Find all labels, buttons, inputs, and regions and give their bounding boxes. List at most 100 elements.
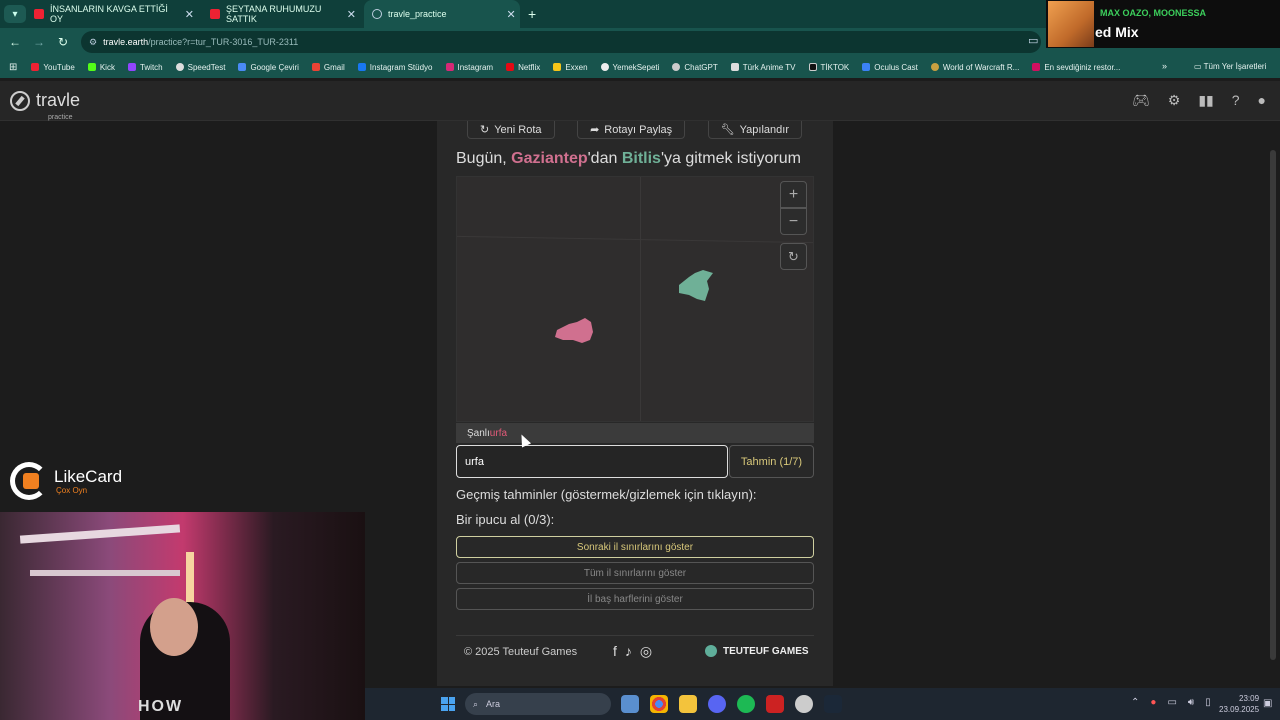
mic-icon[interactable]: ● <box>1150 697 1156 708</box>
tab-title: travle_practice <box>388 9 447 19</box>
new-tab-button[interactable]: + <box>528 6 536 22</box>
obs-icon[interactable] <box>795 695 813 713</box>
cast-icon[interactable]: ▭ <box>1028 34 1038 47</box>
bookmark-instagram[interactable]: Instagram <box>445 63 493 72</box>
discord-icon[interactable] <box>708 695 726 713</box>
tab-3-active[interactable]: travle_practice ✕ <box>364 0 520 28</box>
start-province: Gaziantep <box>511 150 588 167</box>
bookmark-translate[interactable]: Google Çeviri <box>238 63 299 72</box>
spotify-icon[interactable] <box>737 695 755 713</box>
windows-taskbar: ⌕ Ara ⌃ ● ▭ 🔊︎ ▯ 23:09 23.09.2025 ▣ <box>365 688 1280 720</box>
history-toggle[interactable]: Geçmiş tahminler (göstermek/gizlemek içi… <box>456 487 757 502</box>
new-route-button[interactable]: ↻ Yeni Rota <box>467 121 555 139</box>
music-artist: MAX OAZO, MOONESSA <box>1100 8 1207 18</box>
hint-next-borders-button[interactable]: Sonraki il sınırlarını göster <box>456 536 814 558</box>
tab-2[interactable]: ŞEYTANA RUHUMUZU SATTIK ✕ <box>202 0 364 28</box>
tiktok-icon <box>808 63 817 71</box>
gamepad-icon[interactable]: 🎮︎ <box>1132 92 1150 109</box>
configure-button[interactable]: 🔧︎ Yapılandır <box>707 121 802 139</box>
logo-sub: practice <box>48 114 73 121</box>
bookmark-tiktok[interactable]: TİKTOK <box>808 63 849 72</box>
footer-divider <box>456 635 814 636</box>
globe-icon <box>705 645 717 657</box>
app-icon[interactable] <box>766 695 784 713</box>
travle-logo[interactable]: travle practice <box>10 90 80 121</box>
bookmark-anime[interactable]: Türk Anime TV <box>730 63 796 72</box>
reset-view-button[interactable]: ↻ <box>780 243 807 270</box>
tab-search-button[interactable]: ▾ <box>4 5 26 23</box>
bookmark-netflix[interactable]: Netflix <box>506 63 540 72</box>
tab-1[interactable]: İNSANLARIN KAVGA ETTİĞİ OY ✕ <box>26 0 202 28</box>
teuteuf-link[interactable]: TEUTEUF GAMES <box>705 645 809 657</box>
bookmark-wow[interactable]: World of Warcraft R... <box>930 63 1019 72</box>
autocomplete-suggestion[interactable]: Şanlı urfa <box>456 423 814 443</box>
webcam-shelf <box>30 570 180 576</box>
widgets-icon[interactable] <box>621 695 639 713</box>
bookmark-oculus[interactable]: Oculus Cast <box>862 63 918 72</box>
zoom-out-button[interactable]: − <box>780 208 807 235</box>
zoom-in-button[interactable]: + <box>780 181 807 208</box>
instagram-icon <box>445 63 454 71</box>
bookmark-chatgpt[interactable]: ChatGPT <box>672 63 718 72</box>
guess-button[interactable]: Tahmin (1/7) <box>729 445 814 478</box>
network-icon[interactable]: ▭ <box>1167 697 1176 708</box>
anime-icon <box>730 63 739 71</box>
help-icon[interactable]: ? <box>1232 92 1240 109</box>
wrench-icon: 🔧︎ <box>720 124 735 136</box>
taskbar-clock[interactable]: 23:09 23.09.2025 <box>1219 693 1259 715</box>
volume-icon[interactable]: 🔊︎ <box>1188 697 1194 708</box>
album-cover <box>1048 1 1094 47</box>
bookmark-restaurant[interactable]: En sevdiğiniz restor... <box>1032 63 1120 72</box>
url-host: travle.earth <box>103 37 149 47</box>
taskbar-apps <box>621 695 842 713</box>
yelp-icon <box>1032 63 1041 71</box>
close-icon[interactable]: ✕ <box>347 8 356 21</box>
all-bookmarks[interactable]: ▭ Tüm Yer İşaretleri <box>1194 62 1266 71</box>
close-icon[interactable]: ✕ <box>507 8 516 21</box>
reload-icon[interactable]: ↻ <box>51 35 75 49</box>
youtube-icon <box>34 9 44 19</box>
battery-icon[interactable]: ▯ <box>1205 697 1211 708</box>
hint-all-borders-button[interactable]: Tüm il sınırlarını göster <box>456 562 814 584</box>
page-scrollbar[interactable] <box>1270 150 1276 660</box>
taskbar-search[interactable]: ⌕ Ara <box>465 693 611 715</box>
bookmark-exxen[interactable]: Exxen <box>553 63 588 72</box>
tab-title: İNSANLARIN KAVGA ETTİĞİ OY <box>50 4 168 24</box>
chrome-icon[interactable] <box>650 695 668 713</box>
chevron-right-icon[interactable]: » <box>1162 61 1167 71</box>
gear-icon[interactable]: ⚙ <box>1168 92 1181 109</box>
compass-icon <box>10 90 30 111</box>
map-view[interactable]: + − ↻ <box>456 176 814 422</box>
facebook-icon[interactable]: f <box>613 643 617 660</box>
site-info-icon[interactable]: ⚙ <box>89 37 97 48</box>
instagram-icon[interactable]: ◎ <box>640 643 652 660</box>
bookmark-twitch[interactable]: Twitch <box>127 63 163 72</box>
share-route-button[interactable]: ➦ Rotayı Paylaş <box>577 121 686 139</box>
forward-icon[interactable]: → <box>27 35 51 49</box>
user-icon[interactable]: ● <box>1258 92 1266 109</box>
guess-input[interactable] <box>456 445 728 478</box>
suggestion-match: urfa <box>489 427 508 439</box>
stats-icon[interactable]: ▮▮ <box>1198 92 1213 109</box>
url-field[interactable]: ⚙ travle.earth/practice?r=tur_TUR-3016_T… <box>81 31 1041 53</box>
apps-grid-icon[interactable]: ⊞ <box>9 62 17 73</box>
bookmark-speedtest[interactable]: SpeedTest <box>175 63 225 72</box>
close-icon[interactable]: ✕ <box>185 8 194 21</box>
bookmark-instagram-studio[interactable]: Instagram Stüdyo <box>357 63 433 72</box>
back-icon[interactable]: ← <box>3 35 27 49</box>
bookmark-kick[interactable]: Kick <box>87 63 115 72</box>
bookmark-gmail[interactable]: Gmail <box>311 63 345 72</box>
folder-icon[interactable] <box>679 695 697 713</box>
chevron-up-icon[interactable]: ⌃ <box>1131 697 1139 708</box>
steam-icon[interactable] <box>824 695 842 713</box>
notification-icon[interactable]: ▣ <box>1263 698 1272 709</box>
windows-start-icon[interactable] <box>441 697 455 711</box>
hint-initials-button[interactable]: İl baş harflerini göster <box>456 588 814 610</box>
meta-icon <box>862 63 871 71</box>
likecard-name: LikeCard <box>54 467 123 486</box>
bookmark-yemeksepeti[interactable]: YemekSepeti <box>600 63 659 72</box>
game-panel: ↻ Yeni Rota ➦ Rotayı Paylaş 🔧︎ Yapılandır B… <box>437 121 833 686</box>
tiktok-icon[interactable]: ♪ <box>625 643 632 660</box>
route-prompt: Bugün, Gaziantep'dan Bitlis'ya gitmek is… <box>456 150 801 167</box>
bookmark-youtube[interactable]: YouTube <box>31 63 75 72</box>
